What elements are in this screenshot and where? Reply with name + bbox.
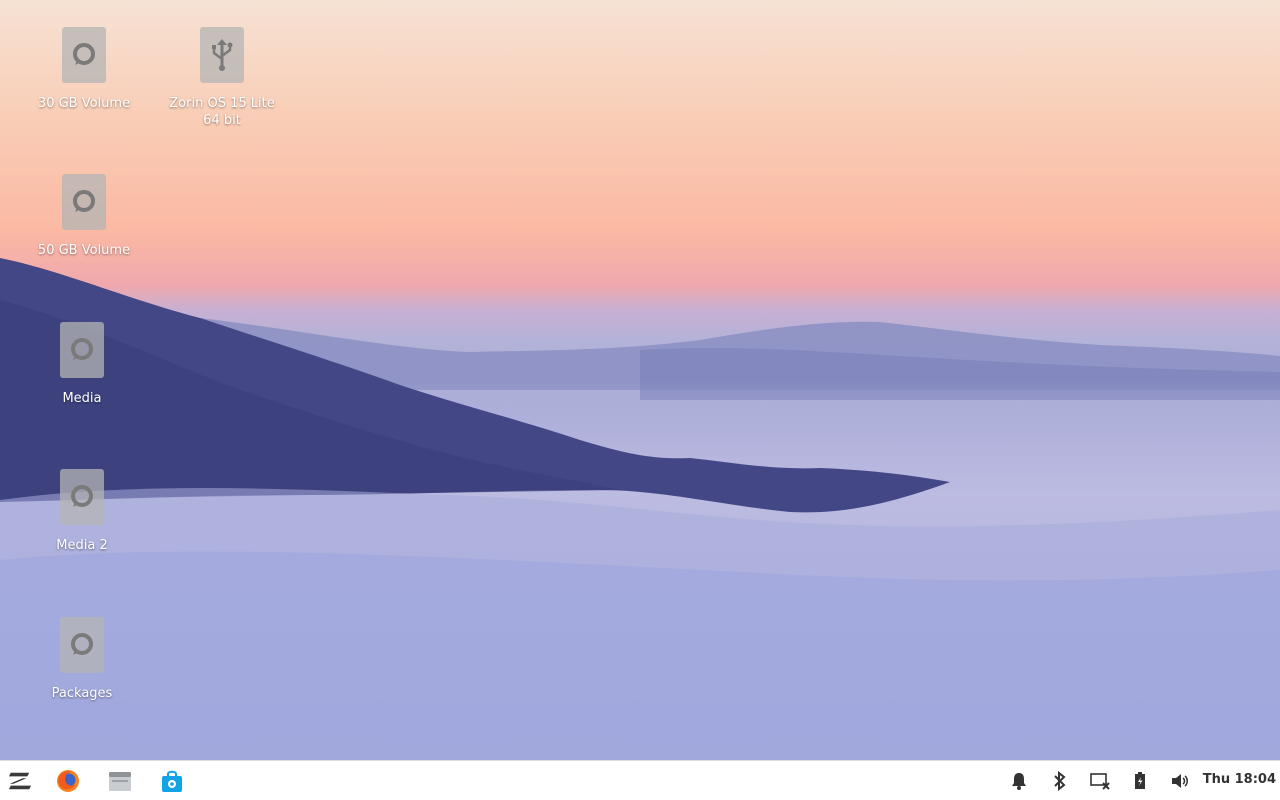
notifications-bell-icon[interactable] xyxy=(1009,771,1029,791)
files-icon[interactable] xyxy=(108,769,132,793)
desktop-icon-label: Zorin OS 15 Lite 64 bit xyxy=(169,96,275,128)
hard-drive-icon xyxy=(62,27,106,83)
desktop-icon-label: Packages xyxy=(51,686,113,701)
taskbar: Thu 18:04 xyxy=(0,760,1280,800)
network-disconnected-icon[interactable] xyxy=(1090,771,1110,791)
zorin-menu-icon[interactable] xyxy=(8,769,32,793)
volume-icon[interactable] xyxy=(1170,771,1190,791)
hard-drive-icon xyxy=(62,174,106,230)
desktop-icon-packages[interactable]: Packages xyxy=(17,617,147,702)
desktop[interactable]: 30 GB Volume Zorin OS 15 Lite 64 bit 50 … xyxy=(0,0,1280,760)
bluetooth-icon[interactable] xyxy=(1050,771,1070,791)
desktop-icon-label: Media 2 xyxy=(56,538,108,553)
hard-drive-icon xyxy=(60,322,104,378)
desktop-icon-media[interactable]: Media xyxy=(17,322,147,407)
desktop-icon-media-2[interactable]: Media 2 xyxy=(17,469,147,554)
desktop-icon-label: 50 GB Volume xyxy=(37,243,131,258)
clock[interactable]: Thu 18:04 xyxy=(1203,772,1276,787)
desktop-icon-label: 30 GB Volume xyxy=(37,96,131,111)
software-store-icon[interactable] xyxy=(160,769,184,793)
hard-drive-icon xyxy=(60,469,104,525)
usb-drive-icon xyxy=(200,27,244,83)
firefox-icon[interactable] xyxy=(56,769,80,793)
battery-charging-icon[interactable] xyxy=(1130,771,1150,791)
hard-drive-icon xyxy=(60,617,104,673)
desktop-icon-50gb-volume[interactable]: 50 GB Volume xyxy=(19,174,149,259)
desktop-icon-zorin-usb[interactable]: Zorin OS 15 Lite 64 bit xyxy=(157,27,287,129)
desktop-icon-label: Media xyxy=(62,391,102,406)
desktop-icon-30gb-volume[interactable]: 30 GB Volume xyxy=(19,27,149,112)
